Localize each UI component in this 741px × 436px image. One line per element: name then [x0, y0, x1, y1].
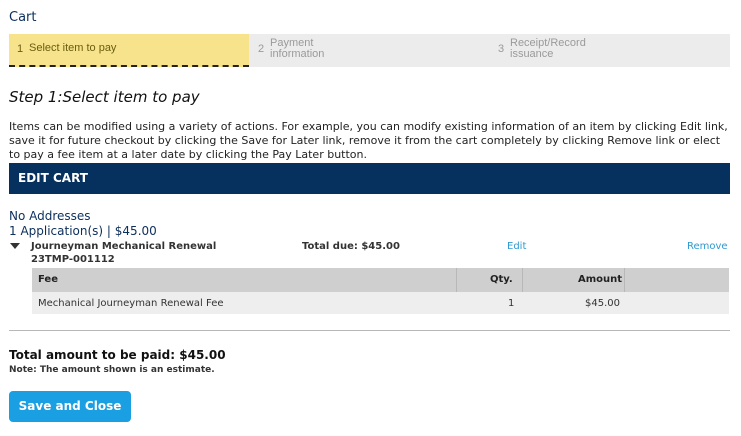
fee-amount: $45.00 [585, 298, 620, 309]
step-number: 1 [17, 43, 24, 55]
application-count: 1 Application(s) | $45.00 [9, 224, 157, 238]
step-label-line: information [270, 48, 325, 60]
step-label-line: issuance [510, 48, 554, 60]
record-total-due: Total due: $45.00 [302, 241, 400, 252]
edit-cart-header: EDIT CART [9, 163, 730, 194]
table-row: Mechanical Journeyman Renewal Fee 1 $45.… [32, 292, 729, 314]
step-3-receipt: 3 Receipt/Record issuance [489, 34, 730, 67]
step-1-select-item: 1 Select item to pay [9, 34, 249, 67]
step-label: Payment information [270, 38, 324, 60]
record-name: Journeyman Mechanical Renewal [31, 241, 217, 252]
fee-quantity: 1 [508, 298, 515, 309]
total-amount: Total amount to be paid: $45.00 [9, 348, 226, 362]
fee-name: Mechanical Journeyman Renewal Fee [38, 298, 224, 309]
column-header-fee: Fee [38, 274, 58, 285]
column-header-amount: Amount [578, 274, 623, 285]
remove-link[interactable]: Remove [687, 241, 728, 252]
column-header-qty: Qty. [490, 274, 513, 285]
step-number: 2 [258, 43, 265, 55]
fee-table: Fee Qty. Amount Mechanical Journeyman Re… [32, 268, 729, 314]
page-title: Cart [9, 10, 37, 25]
edit-link[interactable]: Edit [507, 241, 526, 252]
estimate-note: Note: The amount shown is an estimate. [9, 365, 215, 375]
step-number: 3 [498, 43, 505, 55]
instructions-text: Items can be modified using a variety of… [9, 120, 728, 161]
edit-cart-title: EDIT CART [18, 171, 88, 185]
record-number: 23TMP-001112 [31, 254, 115, 265]
step-heading: Step 1:Select item to pay [9, 88, 200, 106]
checkout-steps: 1 Select item to pay 2 Payment informati… [9, 34, 730, 67]
step-label: Select item to pay [29, 42, 117, 54]
collapse-caret-icon[interactable] [10, 243, 20, 249]
fee-table-header: Fee Qty. Amount [32, 268, 729, 292]
address-label: No Addresses [9, 209, 91, 223]
divider [9, 330, 730, 331]
step-label: Receipt/Record issuance [510, 38, 586, 60]
step-2-payment: 2 Payment information [249, 34, 489, 67]
save-and-close-button[interactable]: Save and Close [9, 391, 131, 422]
